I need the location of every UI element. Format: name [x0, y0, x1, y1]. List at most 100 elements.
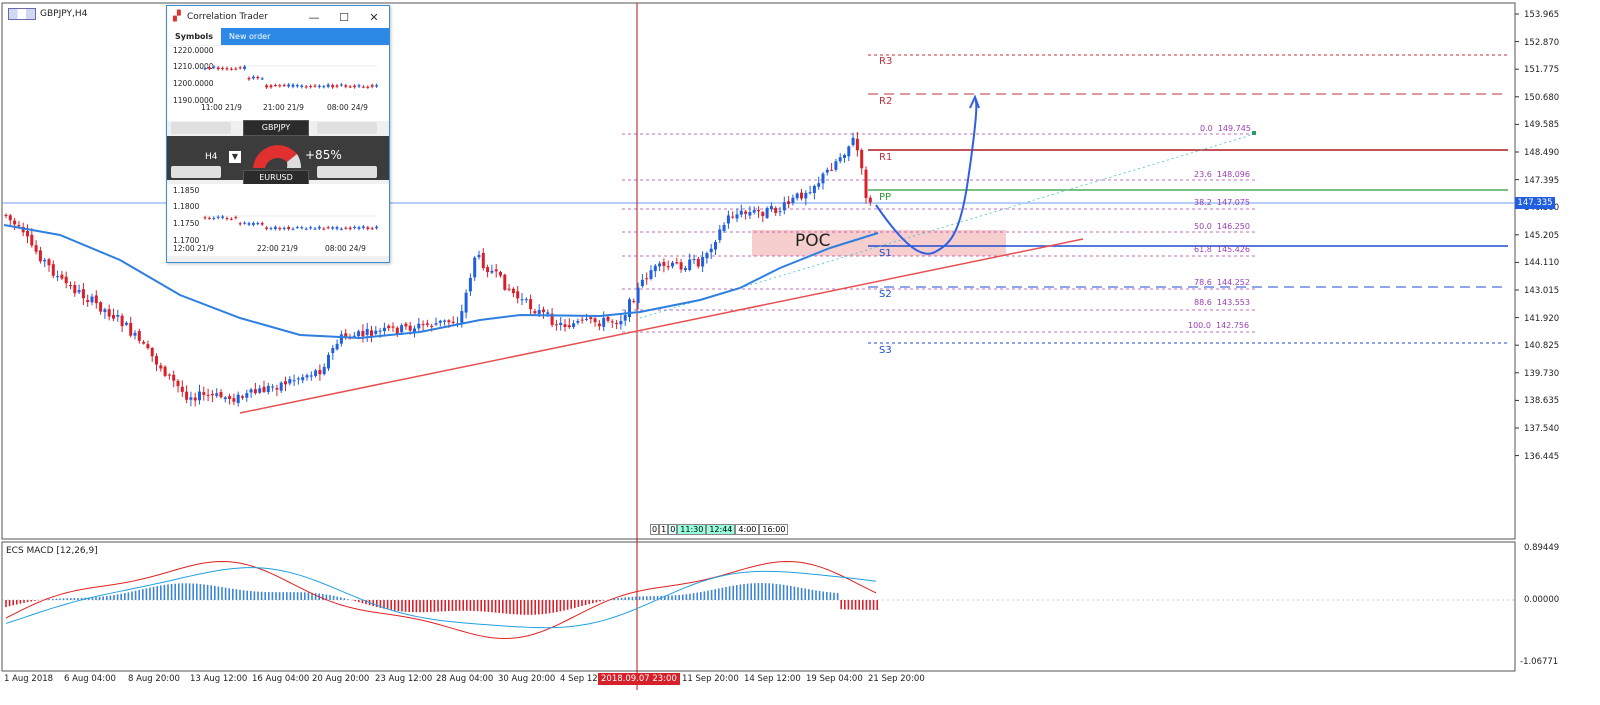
- candle-body: [258, 388, 262, 393]
- ct-y-label: 1.1750: [173, 219, 200, 228]
- candle-body: [124, 322, 128, 325]
- candle-body: [714, 242, 717, 250]
- current-price-tag: 147.335: [1515, 197, 1555, 209]
- candle-body: [597, 323, 601, 327]
- candle-body: [103, 309, 107, 312]
- candle-body: [636, 287, 640, 303]
- candle-body: [193, 397, 197, 401]
- candle-body: [90, 296, 94, 303]
- price-scale-label: 150.680: [1524, 92, 1560, 103]
- pivot-s2-label: S2: [879, 289, 892, 300]
- candle-body: [499, 271, 502, 276]
- ct-sell-button-b[interactable]: [171, 166, 221, 178]
- indicator-label: ECS MACD [12,26,9]: [6, 546, 98, 556]
- candle-body: [511, 288, 515, 294]
- candle-body: [404, 323, 408, 327]
- ct-x-label: 22:00 21/9: [257, 244, 298, 253]
- ct-buy-button[interactable]: [317, 122, 377, 134]
- poc-label: POC: [795, 231, 831, 251]
- candle-body: [223, 397, 227, 400]
- candle-body: [81, 289, 85, 299]
- candle-body: [468, 277, 472, 292]
- candle-body: [150, 347, 154, 357]
- candle-body: [352, 335, 356, 337]
- candle-body: [576, 321, 580, 323]
- ct-top-chart: 1220.0000 1210.0000 1200.0000 1190.0000 …: [167, 46, 389, 121]
- price-scale-label: 143.015: [1524, 286, 1560, 296]
- mt4-chart-window[interactable]: GBPJPY,H4 ECS MACD [12,26,9] POC R3 R2 R…: [0, 0, 1600, 705]
- pivot-s1-label: S1: [879, 248, 892, 259]
- candle-body: [653, 265, 657, 272]
- pivot-pp-label: PP: [879, 192, 892, 203]
- candle-body: [615, 323, 619, 325]
- ct-buy-button-b[interactable]: [317, 166, 377, 178]
- candle-body: [494, 269, 498, 272]
- fibo-label: 38.2 147.075: [1194, 198, 1250, 207]
- candle-body: [520, 299, 524, 301]
- maximize-icon[interactable]: ☐: [329, 11, 359, 24]
- candle-body: [301, 377, 305, 381]
- candle-body: [774, 207, 778, 213]
- candle-body: [266, 385, 270, 393]
- close-icon[interactable]: ✕: [359, 11, 389, 24]
- candle-body: [365, 328, 369, 335]
- time-scale-label: 13 Aug 12:00: [190, 674, 248, 684]
- time-scale-label: 28 Aug 04:00: [436, 674, 494, 684]
- candle-body: [838, 157, 842, 162]
- candle-body: [546, 312, 550, 314]
- macd-scale-label: 0.00000: [1524, 595, 1560, 605]
- tab-new-order[interactable]: New order: [221, 28, 278, 45]
- candle-body: [821, 173, 825, 184]
- candle-body: [34, 245, 38, 252]
- time-scale-label: 30 Aug 20:00: [498, 674, 556, 684]
- chart-logo-icon: ▞: [173, 11, 181, 22]
- candle-body: [38, 250, 42, 262]
- candle-body: [473, 257, 477, 278]
- candle-body: [47, 259, 51, 266]
- ct-symbol-a[interactable]: GBPJPY: [243, 120, 309, 136]
- time-scale-label: 21 Sep 20:00: [868, 674, 925, 684]
- candle-body: [232, 398, 236, 402]
- candle-body: [662, 261, 666, 266]
- candle-body: [142, 341, 146, 344]
- candle-body: [855, 138, 859, 151]
- candle-body: [146, 344, 150, 349]
- candle-body: [107, 309, 111, 317]
- candle-body: [769, 206, 773, 210]
- candle-body: [30, 234, 34, 246]
- macd-scale-label: -1.06771: [1520, 657, 1559, 667]
- fibo-label: 61.8 145.426: [1194, 245, 1250, 254]
- candle-body: [17, 225, 21, 227]
- price-scale-label: 141.920: [1524, 313, 1560, 324]
- ct-titlebar[interactable]: ▞ Correlation Trader — ☐ ✕: [167, 6, 389, 28]
- correlation-trader-window[interactable]: ▞ Correlation Trader — ☐ ✕ Symbols New o…: [166, 5, 390, 263]
- candle-body: [675, 262, 679, 264]
- candle-body: [671, 262, 674, 267]
- candle-body: [129, 322, 133, 336]
- candle-body: [159, 365, 163, 369]
- arrow-head-icon: [969, 94, 980, 109]
- candle-body: [683, 268, 687, 271]
- ct-bottom-chart: 1.1850 1.1800 1.1750 1.1700 12:00 21/9 2…: [167, 184, 389, 256]
- candle-body: [51, 264, 55, 276]
- crosshair-time-tag: 2018.09.07 23:00: [598, 673, 680, 685]
- candle-body: [236, 394, 240, 404]
- ct-sell-button[interactable]: [171, 122, 231, 134]
- candle-body: [800, 192, 803, 199]
- candle-body: [219, 392, 223, 398]
- candle-body: [748, 212, 752, 216]
- tab-symbols[interactable]: Symbols: [167, 28, 222, 45]
- ct-x-label: 11:00 21/9: [201, 103, 242, 112]
- candle-body: [757, 210, 760, 212]
- candle-body: [361, 330, 365, 337]
- minimize-icon[interactable]: —: [299, 11, 329, 24]
- candle-body: [206, 394, 210, 396]
- fibo-anchor: [1252, 131, 1256, 135]
- ct-y-label: 1.1800: [173, 202, 200, 211]
- candle-body: [245, 393, 249, 398]
- time-scale-label: 11 Sep 20:00: [682, 674, 739, 684]
- candle-body: [86, 299, 90, 303]
- candle-body: [843, 154, 846, 158]
- candle-body: [787, 201, 791, 204]
- macd-scale-label: 0.89449: [1524, 543, 1560, 553]
